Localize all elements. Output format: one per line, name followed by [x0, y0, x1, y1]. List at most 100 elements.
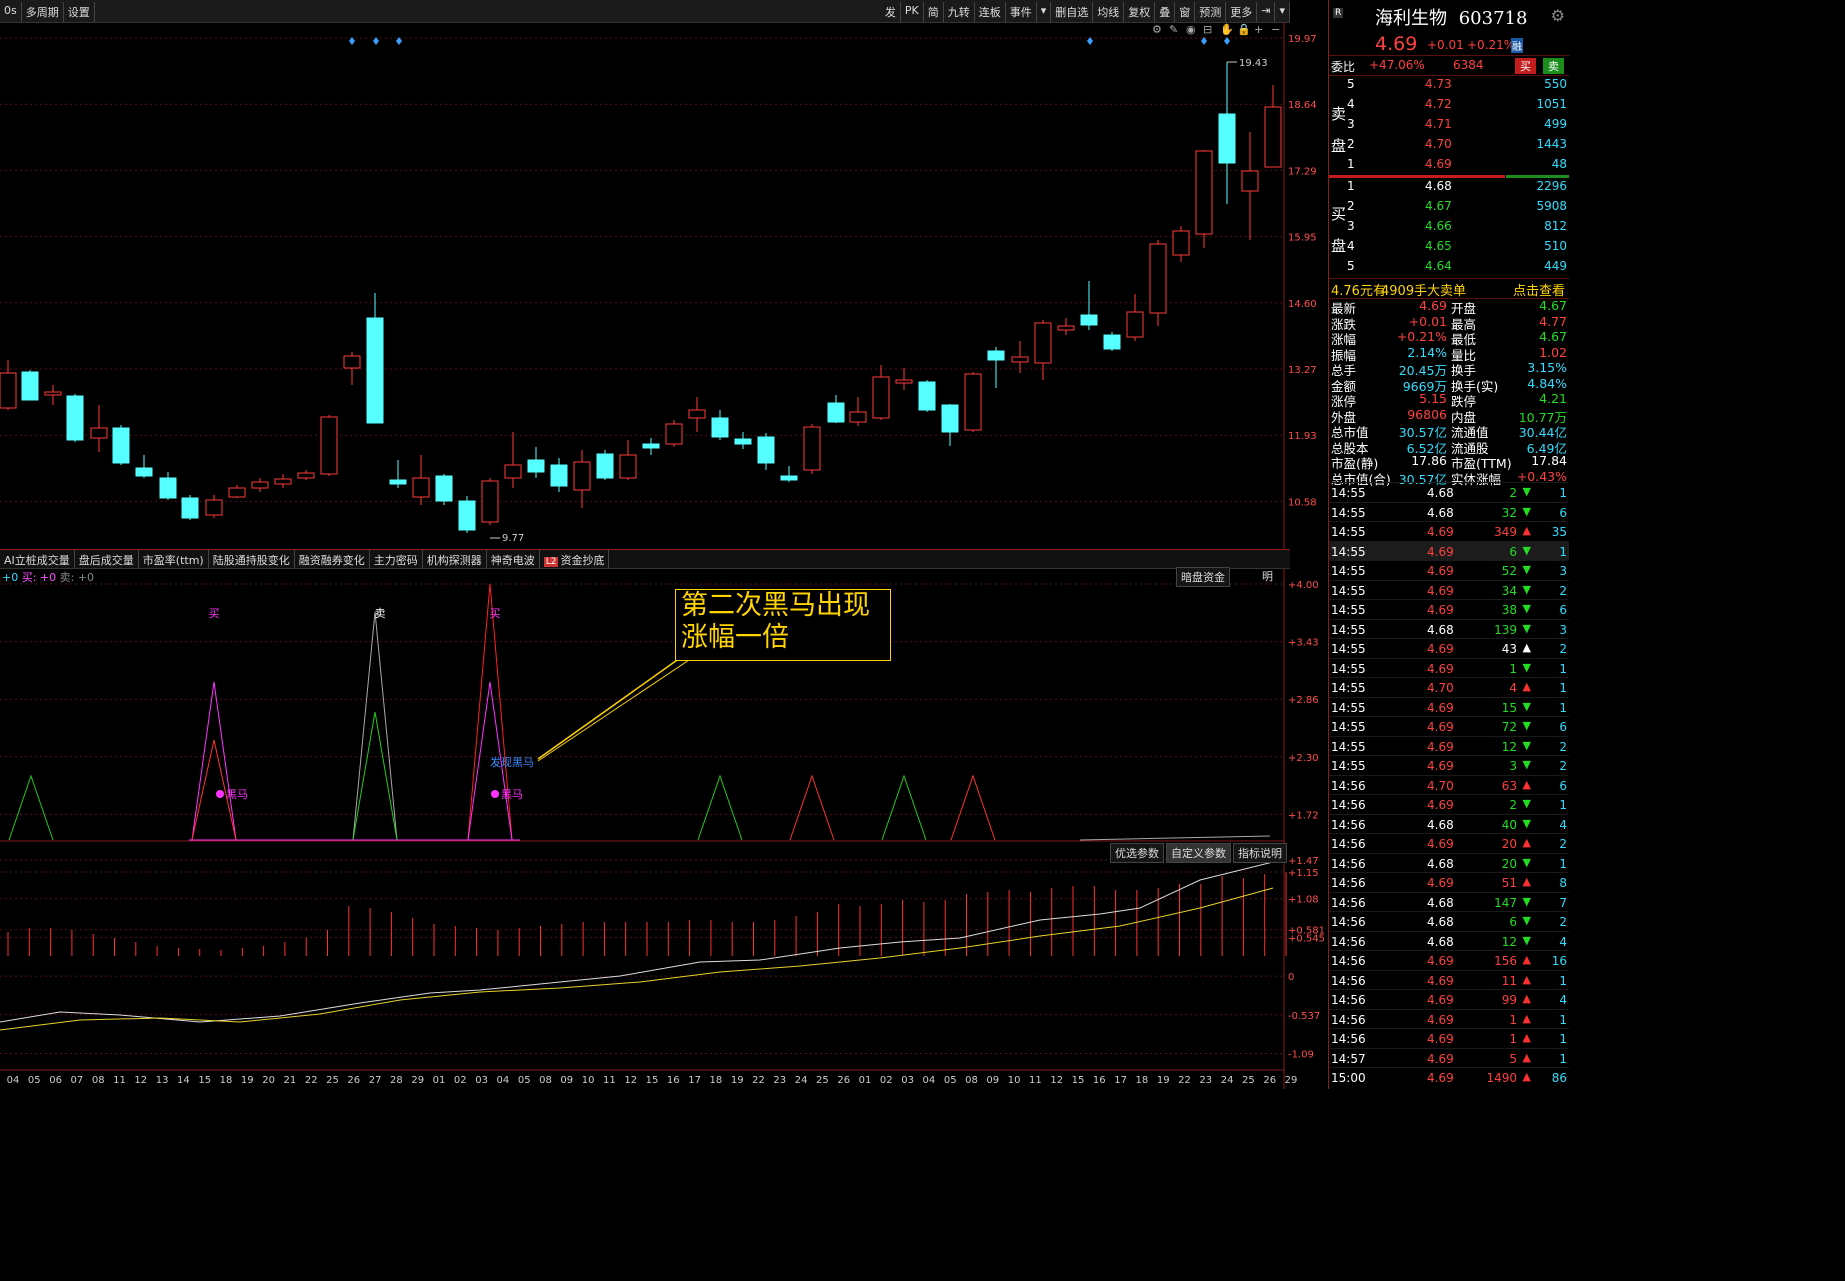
date-label: 01	[859, 1075, 872, 1086]
chart-tool-icon[interactable]: ✎	[1169, 23, 1178, 36]
toolbar-btn-right-13[interactable]: 更多	[1226, 2, 1258, 22]
chart-tool-icon[interactable]: ◉	[1186, 23, 1196, 36]
tick-row[interactable]: 14:56 4.68 40 ▼ 4	[1329, 813, 1569, 834]
tick-row[interactable]: 14:56 4.69 51 ▲ 8	[1329, 872, 1569, 892]
tick-row[interactable]: 14:56 4.69 11 ▲ 1	[1329, 969, 1569, 990]
tick-row[interactable]: 14:56 4.69 1 ▲ 1	[1329, 1028, 1569, 1048]
tick-volume: 12	[1501, 739, 1517, 754]
toolbar-btn-right-0[interactable]: 发	[881, 2, 901, 22]
tick-row[interactable]: 14:55 4.69 38 ▼ 6	[1329, 599, 1569, 619]
tick-count: 35	[1551, 525, 1567, 539]
stat-row: 外盘 96806 内盘 10.77万	[1329, 406, 1569, 425]
chart-tool-icon[interactable]: ⚙	[1152, 23, 1162, 36]
toolbar-btn-right-10[interactable]: 叠	[1155, 2, 1176, 22]
tick-row[interactable]: 14:56 4.70 63 ▲ 6	[1329, 774, 1569, 795]
tick-row[interactable]: 14:56 4.68 20 ▼ 1	[1329, 852, 1569, 873]
indicator-tab-5[interactable]: 主力密码	[370, 550, 423, 568]
tick-time: 14:55	[1331, 661, 1366, 676]
sell-button[interactable]: 卖	[1543, 58, 1564, 74]
indicator-tab-3[interactable]: 陆股通持股变化	[209, 550, 295, 568]
bright-button[interactable]: 明	[1232, 567, 1277, 587]
toolbar-btn-right-9[interactable]: 复权	[1124, 2, 1156, 22]
tick-row[interactable]: 14:55 4.69 43 ▲ 2	[1329, 638, 1569, 658]
indicator-tab-7[interactable]: 神奇电波	[487, 550, 540, 568]
toolbar-btn-right-2[interactable]: 简	[924, 2, 944, 22]
toolbar-btn-right-3[interactable]: 九转	[944, 2, 975, 22]
chart-tool-icon[interactable]: ✋	[1220, 23, 1234, 36]
toolbar-btn-right-11[interactable]: 窗	[1175, 2, 1196, 22]
indicator-tab-8[interactable]: L2 资金抄底	[540, 550, 610, 568]
toolbar-btn-right-15[interactable]: ▾	[1275, 2, 1290, 22]
tick-row[interactable]: 14:55 4.69 34 ▼ 2	[1329, 579, 1569, 600]
indicator-tab-6[interactable]: 机构探测器	[423, 550, 487, 568]
toolbar-btn-left-1[interactable]: 多周期	[22, 2, 64, 22]
tick-price: 4.69	[1427, 876, 1454, 890]
big-sell-row[interactable]: 4.76元有 4909手 大卖单 点击查看	[1329, 278, 1569, 299]
tick-row[interactable]: 14:56 4.69 99 ▲ 4	[1329, 989, 1569, 1009]
tick-row[interactable]: 14:55 4.69 3 ▼ 2	[1329, 755, 1569, 775]
tick-row[interactable]: 14:55 4.68 139 ▼ 3	[1329, 618, 1569, 639]
tick-row[interactable]: 14:56 4.68 6 ▼ 2	[1329, 911, 1569, 931]
indicator-tab-1[interactable]: 盘后成交量	[75, 550, 139, 568]
tick-volume: 2	[1509, 486, 1517, 500]
tick-row[interactable]: 14:56 4.68 12 ▼ 4	[1329, 930, 1569, 951]
tick-row[interactable]: 15:00 4.69 1490 ▲ 86	[1329, 1067, 1569, 1087]
tick-row[interactable]: 14:55 4.69 1 ▼ 1	[1329, 657, 1569, 678]
toolbar-btn-left-0[interactable]: 0s	[0, 2, 22, 22]
toolbar-btn-right-1[interactable]: PK	[901, 2, 924, 22]
optimal-params-button[interactable]: 优选参数	[1110, 843, 1164, 863]
indicator-desc-button[interactable]: 指标说明	[1233, 843, 1287, 863]
tick-row[interactable]: 14:55 4.69 15 ▼ 1	[1329, 696, 1569, 717]
date-label: 25	[1242, 1075, 1255, 1086]
tick-row[interactable]: 14:55 4.69 52 ▼ 3	[1329, 560, 1569, 580]
tick-row[interactable]: 14:57 4.69 5 ▲ 1	[1329, 1047, 1569, 1068]
toolbar-btn-right-8[interactable]: 均线	[1093, 2, 1125, 22]
indicator-axis-label: +4.00	[1288, 580, 1319, 591]
custom-params-button[interactable]: 自定义参数	[1166, 843, 1231, 863]
indicator-tab-2[interactable]: 市盈率(ttm)	[139, 550, 209, 568]
candle-body	[918, 381, 936, 411]
indicator-tab-label: 神奇电波	[490, 554, 535, 567]
gear-icon[interactable]: ⚙	[1551, 6, 1565, 25]
toolbar-btn-left-2[interactable]: 设置	[64, 2, 95, 22]
date-label: 15	[198, 1075, 211, 1086]
price-axis-label: 11.93	[1288, 431, 1317, 442]
tick-row[interactable]: 14:55 4.68 32 ▼ 6	[1329, 501, 1569, 522]
tick-row[interactable]: 14:55 4.69 12 ▼ 2	[1329, 735, 1569, 756]
candle-body	[734, 438, 752, 445]
buy-button[interactable]: 买	[1515, 58, 1536, 74]
date-label: 03	[901, 1075, 914, 1086]
chart-tool-icon[interactable]: +	[1254, 23, 1263, 36]
candle-body	[688, 409, 706, 419]
tick-row[interactable]: 14:56 4.69 20 ▲ 2	[1329, 833, 1569, 853]
tick-row[interactable]: 14:55 4.68 2 ▼ 1	[1329, 482, 1569, 502]
chart-tool-icon[interactable]: 🔒	[1237, 23, 1251, 36]
tick-row[interactable]: 14:55 4.69 6 ▼ 1	[1329, 540, 1569, 561]
tick-row[interactable]: 14:56 4.69 1 ▲ 1	[1329, 1008, 1569, 1029]
toolbar-btn-right-12[interactable]: 预测	[1195, 2, 1227, 22]
hidden-funds-button[interactable]: 暗盘资金	[1176, 567, 1230, 587]
toolbar-btn-right-5[interactable]: 事件	[1006, 2, 1037, 22]
tick-row[interactable]: 14:55 4.69 349 ▲ 35	[1329, 521, 1569, 541]
wei-label: 委比	[1331, 60, 1356, 74]
tick-row[interactable]: 14:56 4.69 2 ▼ 1	[1329, 794, 1569, 814]
chart-tool-icon[interactable]: ⊟	[1203, 23, 1212, 36]
chart-tool-icon[interactable]: −	[1271, 23, 1280, 36]
up-arrow-icon: ▲	[1522, 524, 1531, 537]
indicator-tab-0[interactable]: AI立桩成交量	[0, 550, 75, 568]
toolbar-btn-right-7[interactable]: 删自选	[1051, 2, 1094, 22]
ask-level: 2	[1347, 137, 1355, 151]
date-label: 23	[773, 1075, 786, 1086]
toolbar-btn-right-14[interactable]: ⇥	[1257, 2, 1276, 22]
bid-row: 2 4.67 5908	[1329, 198, 1569, 217]
tick-row[interactable]: 14:55 4.70 4 ▲ 1	[1329, 677, 1569, 697]
tick-time: 14:55	[1331, 700, 1366, 715]
tick-time: 14:56	[1331, 1032, 1366, 1046]
toolbar-btn-right-6[interactable]: ▾	[1037, 2, 1052, 22]
tick-row[interactable]: 14:56 4.69 156 ▲ 16	[1329, 950, 1569, 970]
toolbar-btn-right-4[interactable]: 连板	[975, 2, 1006, 22]
tick-row[interactable]: 14:55 4.69 72 ▼ 6	[1329, 716, 1569, 736]
up-arrow-icon: ▲	[1522, 875, 1531, 888]
tick-row[interactable]: 14:56 4.68 147 ▼ 7	[1329, 891, 1569, 912]
indicator-tab-4[interactable]: 融资融券变化	[295, 550, 370, 568]
